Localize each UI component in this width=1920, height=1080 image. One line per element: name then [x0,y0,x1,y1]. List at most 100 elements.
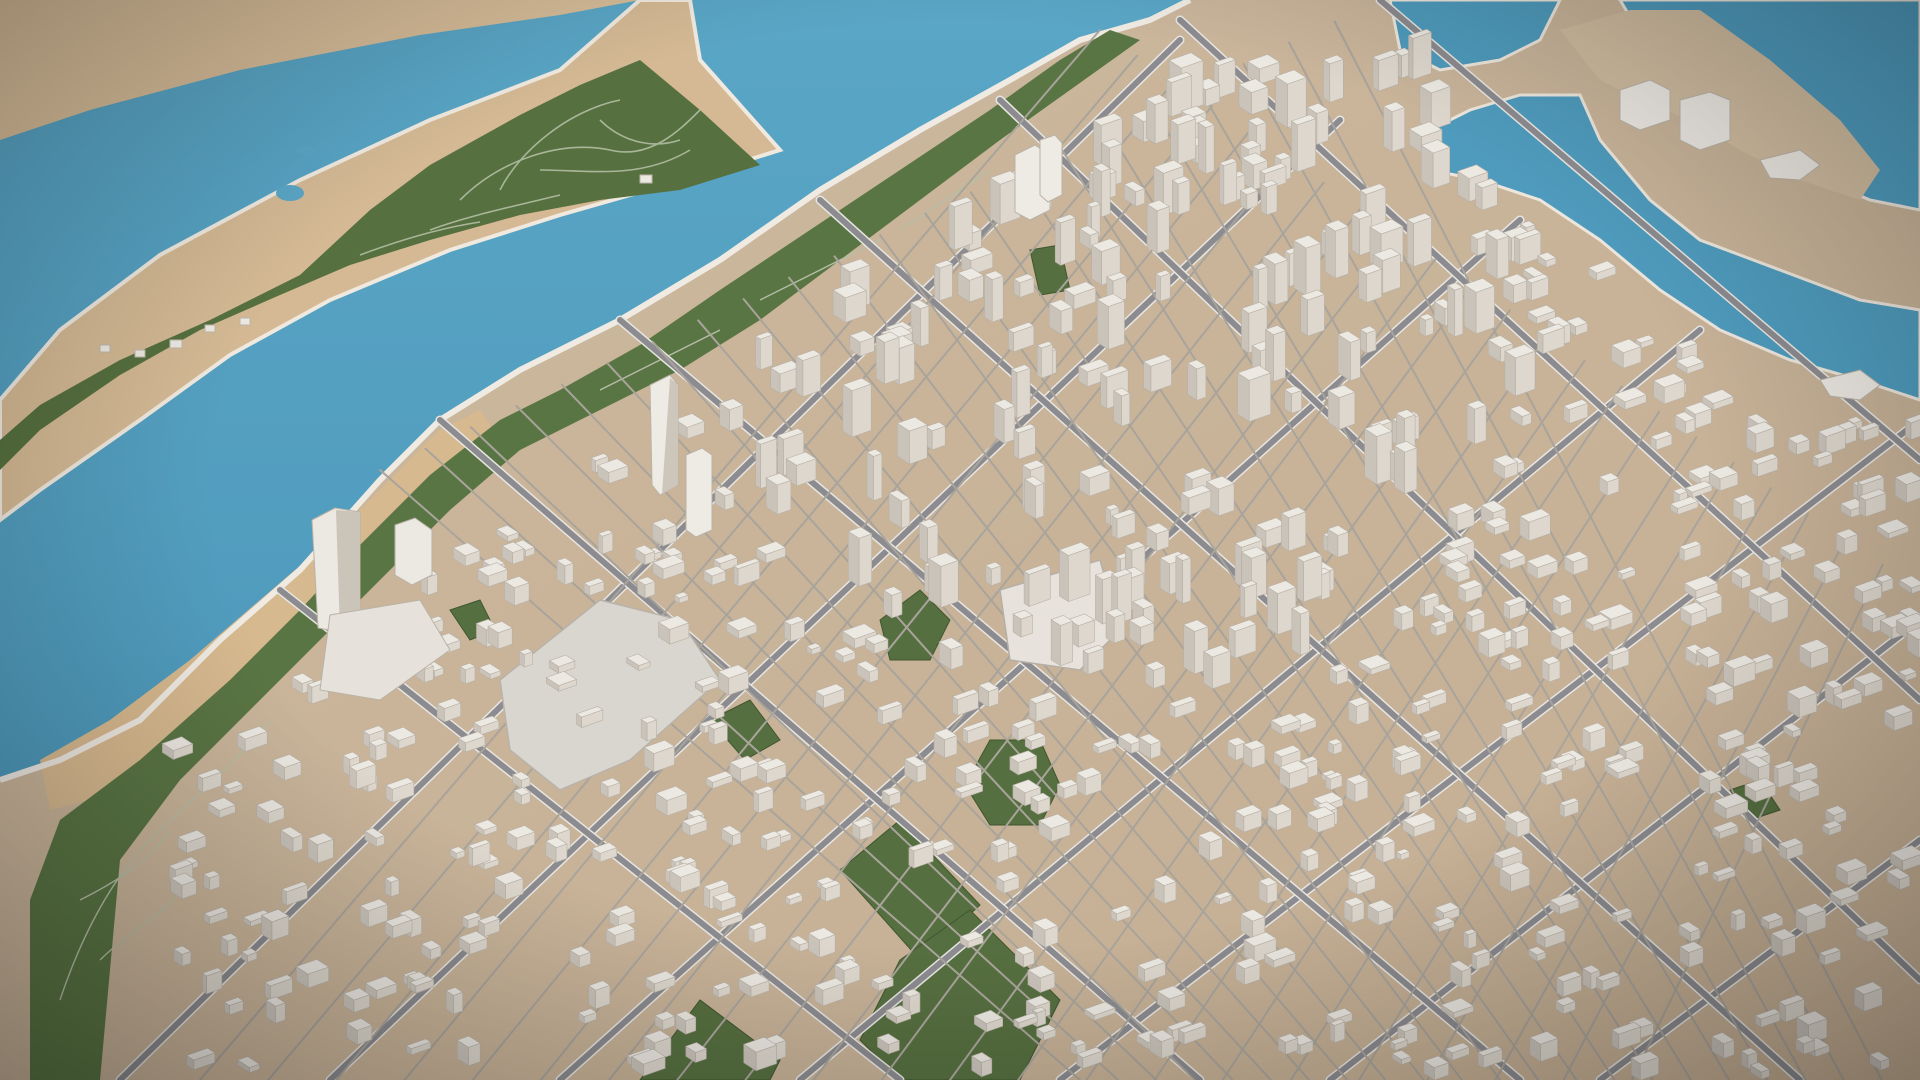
building [1023,476,1045,520]
building [1510,624,1529,650]
building [928,552,959,609]
building [597,529,614,555]
building [1175,552,1192,605]
building [651,518,678,547]
building [1050,614,1074,667]
building [1238,78,1269,116]
building [202,870,221,892]
building [1463,928,1477,950]
building [807,927,836,959]
island-pond-2 [296,145,314,155]
building [368,738,388,762]
building [1446,282,1464,338]
building [990,837,1010,864]
building [1345,774,1369,803]
building [487,621,513,650]
island-pond [276,185,304,201]
building [1237,365,1272,423]
building [1296,550,1323,603]
building [1235,957,1261,986]
building [881,786,902,807]
building [1169,113,1197,165]
building [1729,908,1747,932]
building [1300,289,1326,337]
building [747,922,767,944]
building [1023,563,1051,607]
building [1258,877,1278,905]
building [933,728,958,759]
building [795,349,822,398]
building [1343,896,1365,924]
building [1406,212,1433,268]
building [1541,655,1561,683]
building [993,399,1016,444]
building [1277,1033,1299,1056]
building [1552,594,1573,617]
building [1466,400,1487,445]
building [883,586,903,619]
building [1239,186,1259,211]
building [1324,219,1350,279]
building [1502,273,1529,305]
building [1419,78,1452,131]
building [556,557,574,586]
building [1761,556,1783,582]
map-canvas[interactable] [0,0,1920,1080]
building [1382,101,1406,153]
city-3d-map[interactable] [0,0,1920,1080]
building [1364,423,1393,486]
building [783,615,806,643]
building [832,282,867,324]
building [1322,54,1345,103]
building [847,526,873,587]
building [1128,615,1155,647]
building [888,489,911,529]
building [1327,738,1343,756]
building [1144,660,1166,690]
building [518,648,534,668]
building [1280,506,1307,552]
building [1403,790,1422,814]
building [384,875,400,898]
building [1013,423,1037,460]
building [1145,93,1169,145]
building [1329,1018,1346,1044]
building [875,331,900,385]
building [1477,626,1506,659]
building [1054,213,1077,266]
building [1155,269,1171,302]
building [1203,644,1232,690]
building [933,259,954,302]
building [1581,722,1607,753]
building [1012,609,1034,638]
building [851,817,874,841]
building [1420,139,1451,190]
building [1598,472,1620,497]
building [1096,293,1126,351]
building [265,996,286,1024]
building [1732,494,1756,522]
building [260,909,290,942]
building [1048,299,1074,335]
building [1030,792,1051,815]
building [1485,228,1510,280]
building [754,331,774,371]
building [1359,325,1377,354]
building [1372,49,1399,92]
building [985,561,1002,587]
building [1171,175,1191,216]
building [1374,836,1396,864]
building [1835,528,1859,556]
building [1463,277,1496,335]
tower-riverfront-2 [394,517,433,586]
building [1795,1034,1815,1055]
building [707,720,729,746]
building [1290,114,1317,173]
building [1678,941,1704,969]
building [1293,234,1322,297]
building [1464,607,1486,634]
building [1743,831,1763,855]
building [1393,440,1418,495]
building [503,575,530,607]
building [459,662,476,685]
